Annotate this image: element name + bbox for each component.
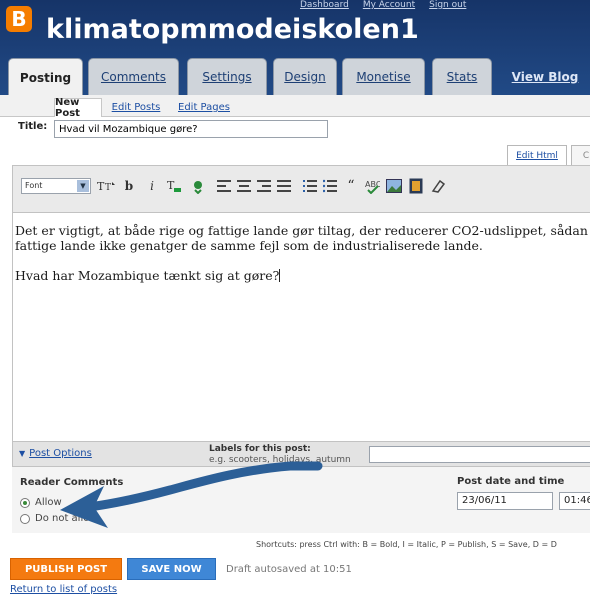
bullet-list-icon[interactable] [321, 177, 339, 195]
align-left-icon[interactable] [215, 177, 233, 195]
video-icon[interactable] [407, 177, 425, 195]
post-title-input[interactable] [54, 120, 328, 138]
image-icon[interactable] [385, 177, 403, 195]
font-select-label: Font [25, 181, 43, 190]
tab-settings[interactable]: Settings [187, 58, 267, 95]
tab-posting[interactable]: Posting [8, 58, 83, 96]
bold-icon[interactable]: b [121, 177, 137, 195]
signout-link[interactable]: Sign out [429, 0, 466, 12]
tab-monetise[interactable]: Monetise [342, 58, 425, 95]
blockquote-icon[interactable]: “ [343, 177, 359, 195]
align-center-icon[interactable] [235, 177, 253, 195]
main-tabs: Posting Comments Settings Design Monetis… [0, 58, 590, 96]
post-date-title: Post date and time [457, 476, 565, 487]
account-link[interactable]: My Account [363, 0, 415, 12]
text-caret [279, 269, 281, 282]
autosave-status: Draft autosaved at 10:51 [226, 564, 352, 575]
reader-comments-title: Reader Comments [20, 477, 124, 488]
blogger-logo-icon[interactable]: B [6, 6, 32, 32]
italic-icon[interactable]: i [145, 177, 159, 195]
body-line-3: Hvad har Mozambique tænkt sig at gøre? [15, 268, 590, 283]
return-to-posts-link[interactable]: Return to list of posts [10, 584, 117, 595]
dashboard-link[interactable]: Dashboard [300, 0, 349, 12]
blogger-header: Dashboard My Account Sign out B klimatop… [0, 0, 590, 96]
edit-html-tab[interactable]: Edit Html [507, 145, 567, 165]
radio-selected-icon [20, 497, 30, 508]
post-settings: Reader Comments Allow Do not allow Post … [12, 467, 590, 533]
body-line-1: Det er vigtigt, at både rige og fattige … [15, 223, 590, 238]
triangle-down-icon: ▼ [19, 449, 26, 458]
svg-text:T: T [97, 180, 105, 193]
post-options-link[interactable]: Post Options [29, 448, 92, 459]
radio-empty-icon [20, 513, 30, 524]
tab-design[interactable]: Design [273, 58, 337, 95]
svg-text:T: T [167, 179, 175, 192]
tab-comments[interactable]: Comments [88, 58, 179, 95]
post-options-bar: ▼ Post Options Labels for this post: e.g… [12, 441, 590, 467]
title-row: Title: [0, 117, 590, 143]
allow-comments-radio[interactable]: Allow [20, 497, 62, 508]
compose-tab[interactable]: C [571, 145, 590, 165]
shortcuts-hint: Shortcuts: press Ctrl with: B = Bold, I … [256, 540, 557, 549]
body-line-2: fattige lande ikke genatger de samme fej… [15, 238, 483, 253]
link-icon[interactable] [189, 177, 207, 195]
view-blog-link[interactable]: View Blog [500, 58, 590, 95]
spellcheck-icon[interactable]: ABC [363, 177, 381, 195]
post-body-editor[interactable]: Det er vigtigt, at både rige og fattige … [12, 213, 590, 441]
top-links: Dashboard My Account Sign out [300, 0, 590, 12]
editor-mode-tabs: Edit Html C [0, 143, 590, 165]
align-justify-icon[interactable] [275, 177, 293, 195]
numbered-list-icon[interactable] [301, 177, 319, 195]
chevron-down-icon: ▼ [77, 180, 89, 192]
sub-tabs: New Post Edit Posts Edit Pages [0, 95, 590, 119]
labels-hint: e.g. scooters, holidays, autumn [209, 455, 351, 465]
subtab-edit-pages[interactable]: Edit Pages [173, 98, 235, 117]
font-size-icon[interactable]: TT [95, 177, 117, 195]
post-options-toggle[interactable]: ▼ Post Options [19, 448, 92, 459]
post-date-input[interactable]: 23/06/11 [457, 492, 553, 510]
font-select[interactable]: Font ▼ [21, 178, 91, 194]
tab-stats[interactable]: Stats [432, 58, 492, 95]
subtab-new-post[interactable]: New Post [54, 97, 102, 119]
svg-text:T: T [105, 183, 111, 193]
post-time-input[interactable]: 01:46 [559, 492, 590, 510]
disallow-label: Do not allow [35, 513, 98, 524]
eraser-icon[interactable] [429, 177, 447, 195]
labels-input[interactable] [369, 446, 590, 463]
disallow-comments-radio[interactable]: Do not allow [20, 513, 98, 524]
allow-label: Allow [35, 497, 62, 508]
publish-post-button[interactable]: PUBLISH POST [10, 558, 122, 580]
editor-toolbar: Font ▼ TT b i T “ ABC [12, 165, 590, 213]
title-label: Title: [18, 121, 48, 132]
text-color-icon[interactable]: T [165, 177, 183, 195]
blog-title: klimatopmmodeiskolen1 [46, 14, 419, 45]
subtab-edit-posts[interactable]: Edit Posts [106, 98, 166, 117]
save-now-button[interactable]: SAVE NOW [127, 558, 216, 580]
labels-title: Labels for this post: [209, 444, 311, 454]
body-question: Hvad har Mozambique tænkt sig at gøre? [15, 268, 280, 283]
align-right-icon[interactable] [255, 177, 273, 195]
